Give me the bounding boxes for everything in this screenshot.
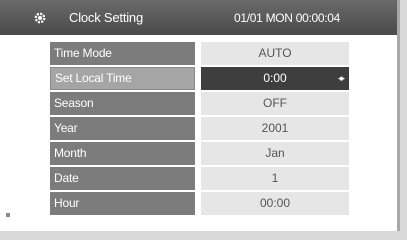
setting-row-hour[interactable]: Hour 00:00 xyxy=(50,192,349,215)
setting-label: Set Local Time xyxy=(50,67,195,90)
setting-value[interactable]: Jan xyxy=(201,142,349,165)
setting-label: Hour xyxy=(50,192,195,215)
setting-value[interactable]: 2001 xyxy=(201,117,349,140)
setting-row-month[interactable]: Month Jan xyxy=(50,142,349,165)
setting-row-year[interactable]: Year 2001 xyxy=(50,117,349,140)
title-bar: Clock Setting 01/01 MON 00:00:04 xyxy=(0,0,397,35)
date-time-status: 01/01 MON 00:00:04 xyxy=(234,11,341,25)
setting-value-selected[interactable]: 0:00 ◂▸ xyxy=(201,67,349,90)
setting-row-set-local-time[interactable]: Set Local Time 0:00 ◂▸ xyxy=(50,67,349,90)
setting-label: Month xyxy=(50,142,195,165)
setting-value[interactable]: 1 xyxy=(201,167,349,190)
setting-value[interactable]: OFF xyxy=(201,92,349,115)
setting-value-text: 0:00 xyxy=(263,71,287,85)
left-right-arrows-icon[interactable]: ◂▸ xyxy=(338,67,345,90)
setting-label: Time Mode xyxy=(50,42,195,65)
setting-value[interactable]: AUTO xyxy=(201,42,349,65)
setting-value[interactable]: 00:00 xyxy=(201,192,349,215)
settings-menu: Time Mode AUTO Set Local Time 0:00 ◂▸ Se… xyxy=(50,42,349,217)
clock-setting-screen: Clock Setting 01/01 MON 00:00:04 Time Mo… xyxy=(0,0,400,231)
setting-row-season[interactable]: Season OFF xyxy=(50,92,349,115)
setting-row-time-mode[interactable]: Time Mode AUTO xyxy=(50,42,349,65)
gear-icon xyxy=(33,11,47,25)
setting-label: Date xyxy=(50,167,195,190)
scroll-marker xyxy=(6,213,10,217)
setting-label: Year xyxy=(50,117,195,140)
setting-label: Season xyxy=(50,92,195,115)
setting-row-date[interactable]: Date 1 xyxy=(50,167,349,190)
page-title: Clock Setting xyxy=(69,10,143,25)
